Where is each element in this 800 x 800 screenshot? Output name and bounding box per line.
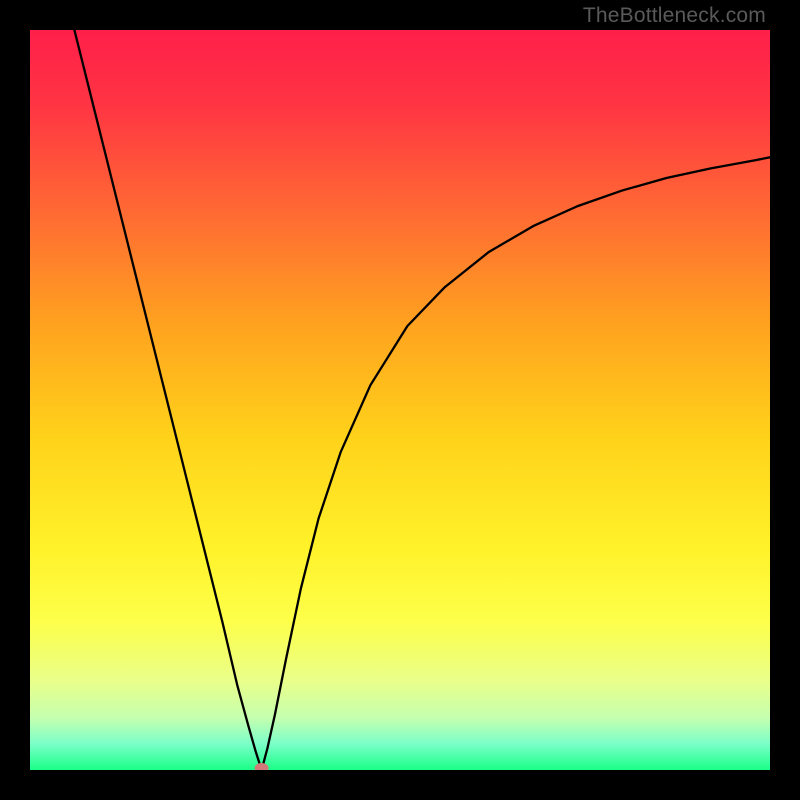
bottleneck-curve — [74, 30, 770, 770]
watermark-text: TheBottleneck.com — [583, 4, 766, 28]
plot-area — [30, 30, 770, 770]
curve-layer — [30, 30, 770, 770]
chart-frame: TheBottleneck.com — [0, 0, 800, 800]
minimum-marker — [255, 763, 269, 770]
